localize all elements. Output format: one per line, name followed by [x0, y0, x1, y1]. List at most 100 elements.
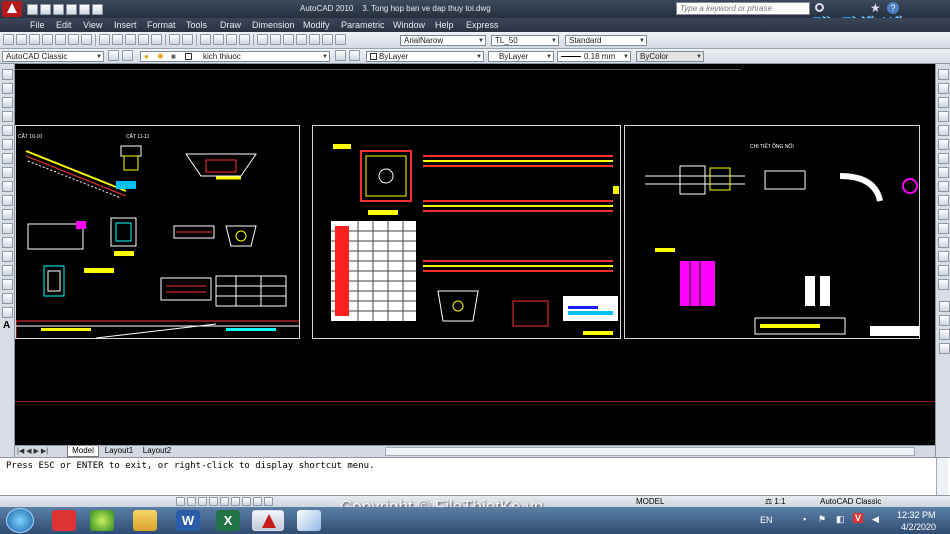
region-icon[interactable]: [2, 293, 13, 304]
menu-insert[interactable]: Insert: [114, 20, 137, 30]
workspace-settings-icon[interactable]: [108, 50, 119, 61]
unikey-icon[interactable]: [52, 510, 76, 531]
trim-icon[interactable]: [938, 195, 949, 206]
quickcalc-icon[interactable]: [322, 34, 333, 45]
zoom-window-icon[interactable]: [226, 34, 237, 45]
mirror-icon[interactable]: [938, 97, 949, 108]
zoom-icon[interactable]: [939, 315, 950, 326]
drawing-sheet-1[interactable]: CẮT 10-10 CẮT 11-11: [15, 125, 300, 339]
menu-format[interactable]: Format: [147, 20, 176, 30]
polygon-icon[interactable]: [2, 111, 13, 122]
extend-icon[interactable]: [938, 209, 949, 220]
make-current-icon[interactable]: [335, 50, 346, 61]
array-icon[interactable]: [938, 125, 949, 136]
antivirus-icon[interactable]: V: [853, 513, 864, 523]
ellipse-arc-icon[interactable]: [2, 209, 13, 220]
revision-cloud-icon[interactable]: [2, 167, 13, 178]
copy-object-icon[interactable]: [938, 83, 949, 94]
spline-icon[interactable]: [2, 181, 13, 192]
search-input[interactable]: Type a keyword or phrase: [676, 2, 810, 15]
menu-help[interactable]: Help: [435, 20, 454, 30]
hatch-icon[interactable]: [2, 265, 13, 276]
osnap-icon[interactable]: [220, 497, 229, 506]
volume-icon[interactable]: ◀: [872, 514, 879, 525]
zoom-previous-icon[interactable]: [239, 34, 250, 45]
chamfer-icon[interactable]: [938, 251, 949, 262]
pan-icon[interactable]: [200, 34, 211, 45]
menu-view[interactable]: View: [83, 20, 102, 30]
linetype-select[interactable]: ByLayer ▼: [488, 51, 554, 62]
stretch-icon[interactable]: [938, 181, 949, 192]
paint-icon[interactable]: [297, 510, 321, 531]
showmotion-icon[interactable]: [939, 343, 950, 354]
rectangle-icon[interactable]: [2, 125, 13, 136]
drawing-canvas[interactable]: CẮT 10-10 CẮT 11-11 CHI TIẾT ỐNG NỐI: [15, 64, 935, 445]
dim-style-select[interactable]: Standard ▼: [565, 35, 647, 46]
paste-icon[interactable]: [125, 34, 136, 45]
properties-icon[interactable]: [257, 34, 268, 45]
plot-preview-icon[interactable]: [55, 34, 66, 45]
gradient-icon[interactable]: [2, 279, 13, 290]
explode-icon[interactable]: [938, 279, 949, 290]
workspace-select[interactable]: AutoCAD Classic ▼: [2, 51, 104, 62]
browser-icon[interactable]: [90, 510, 114, 531]
undo-icon[interactable]: [169, 34, 180, 45]
tab-model[interactable]: Model: [67, 446, 99, 457]
layer-properties-icon[interactable]: [122, 50, 133, 61]
move-icon[interactable]: [938, 139, 949, 150]
search-icon[interactable]: [815, 3, 824, 12]
lineweight-select[interactable]: 0.18 mm ▼: [557, 51, 631, 62]
polar-icon[interactable]: [209, 497, 218, 506]
design-center-icon[interactable]: [270, 34, 281, 45]
drawing-sheet-2[interactable]: [312, 125, 621, 339]
annotation-scale[interactable]: ⚖ 1:1: [765, 497, 786, 506]
horizontal-scrollbar[interactable]: [385, 447, 915, 456]
point-icon[interactable]: [2, 251, 13, 262]
snap-icon[interactable]: [176, 497, 185, 506]
command-input[interactable]: [6, 480, 926, 491]
menu-window[interactable]: Window: [393, 20, 425, 30]
join-icon[interactable]: [938, 237, 949, 248]
plot-icon[interactable]: [92, 4, 103, 15]
layer-select[interactable]: ● ✺ ■ kich thiuoc ▼: [140, 51, 330, 62]
block-editor-icon[interactable]: [151, 34, 162, 45]
open-icon[interactable]: [16, 34, 27, 45]
next-tab-icon[interactable]: ▶: [34, 448, 39, 455]
flag-icon[interactable]: ⚑: [818, 514, 826, 525]
previous-tab-icon[interactable]: ◀: [26, 448, 31, 455]
new-icon[interactable]: [3, 34, 14, 45]
network-icon[interactable]: ▪: [803, 514, 806, 524]
plot-icon[interactable]: [42, 34, 53, 45]
clock-date[interactable]: 4/2/2020: [901, 522, 936, 532]
language-indicator[interactable]: EN: [760, 515, 773, 525]
menu-tools[interactable]: Tools: [186, 20, 207, 30]
plotstyle-select[interactable]: ByColor ▼: [636, 51, 704, 62]
usb-icon[interactable]: ◧: [836, 514, 845, 525]
first-tab-icon[interactable]: |◀: [17, 448, 24, 455]
menu-parametric[interactable]: Parametric: [341, 20, 385, 30]
scale-icon[interactable]: [938, 167, 949, 178]
menu-dimension[interactable]: Dimension: [252, 20, 295, 30]
excel-icon[interactable]: X: [216, 510, 240, 531]
autocad-taskbar-icon[interactable]: [252, 510, 284, 531]
lwt-icon[interactable]: [264, 497, 273, 506]
grid-icon[interactable]: [187, 497, 196, 506]
workspace-switch[interactable]: AutoCAD Classic: [820, 497, 881, 506]
rotate-icon[interactable]: [938, 153, 949, 164]
open-icon[interactable]: [40, 4, 51, 15]
menu-edit[interactable]: Edit: [56, 20, 72, 30]
file-explorer-icon[interactable]: [133, 510, 157, 531]
save-icon[interactable]: [53, 4, 64, 15]
tab-layout2[interactable]: Layout2: [139, 446, 175, 457]
circle-icon[interactable]: [2, 153, 13, 164]
erase-icon[interactable]: [938, 69, 949, 80]
tool-palettes-icon[interactable]: [283, 34, 294, 45]
multiline-text-icon[interactable]: A: [3, 320, 15, 331]
3d-dwf-icon[interactable]: [81, 34, 92, 45]
color-select[interactable]: ByLayer ▼: [366, 51, 484, 62]
model-space-toggle[interactable]: MODEL: [636, 497, 664, 506]
zoom-realtime-icon[interactable]: [213, 34, 224, 45]
tab-layout1[interactable]: Layout1: [101, 446, 137, 457]
otrack-icon[interactable]: [231, 497, 240, 506]
start-button[interactable]: [6, 508, 34, 533]
